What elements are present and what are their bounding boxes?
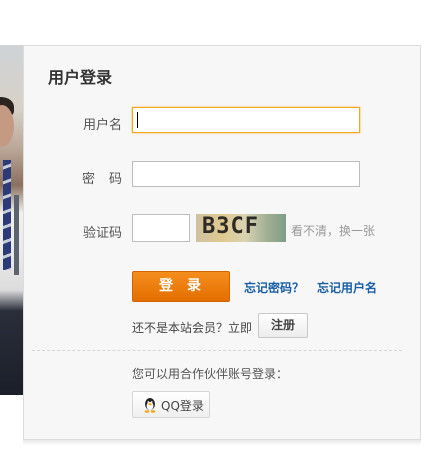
not-member-text: 还不是本站会员？立即: [132, 321, 253, 335]
captcha-input[interactable]: [132, 214, 190, 242]
forgot-password-link[interactable]: 忘记密码？: [244, 279, 304, 296]
captcha-refresh-link[interactable]: 看不清，换一张: [291, 222, 375, 239]
panel-shadow: [23, 440, 421, 446]
captcha-image-text: B3CF: [202, 214, 259, 239]
qq-login-label: QQ登录: [161, 399, 204, 413]
login-page: 用户登录 用户名 密码 验证码 B3CF 看不清，换一张 登录 忘记密码？ 忘记…: [0, 0, 432, 458]
qq-penguin-icon: [144, 398, 156, 413]
register-button[interactable]: 注册: [258, 313, 308, 338]
username-label: 用户名: [82, 118, 122, 133]
login-button[interactable]: 登录: [132, 271, 230, 302]
forgot-username-link[interactable]: 忘记用户名: [317, 279, 377, 296]
student-photo: [0, 45, 24, 395]
captcha-label: 验证码: [82, 226, 122, 241]
text-caret: [137, 112, 138, 128]
login-panel: 用户登录 用户名 密码 验证码 B3CF 看不清，换一张 登录 忘记密码？ 忘记…: [23, 45, 421, 440]
password-label: 密码: [81, 172, 136, 187]
username-input[interactable]: [132, 107, 360, 133]
captcha-image[interactable]: B3CF: [196, 214, 286, 242]
partner-login-prompt: 您可以用合作伙伴账号登录：: [132, 367, 289, 381]
panel-title: 用户登录: [48, 68, 113, 87]
divider: [32, 350, 402, 351]
qq-login-button[interactable]: QQ登录: [132, 391, 210, 418]
password-input[interactable]: [132, 161, 360, 187]
